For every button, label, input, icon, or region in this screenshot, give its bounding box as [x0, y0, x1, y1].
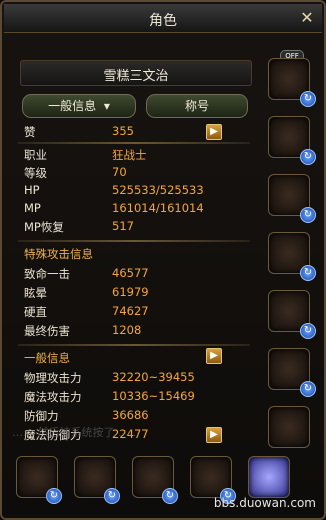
stat-key: 物理攻击力 — [24, 371, 82, 385]
special-row: 硬直 74627 — [24, 304, 244, 320]
title-button[interactable]: 称号 — [146, 94, 248, 118]
title-bar: 角色 ✕ — [4, 4, 322, 33]
stat-key: MP恢复 — [24, 220, 64, 234]
special-row: 眩晕 61979 — [24, 285, 244, 301]
stat-key: 最终伤害 — [24, 324, 70, 338]
equip-slot-right-7[interactable] — [268, 406, 310, 448]
divider — [18, 240, 250, 242]
window-title: 角色 — [149, 13, 177, 29]
character-name: 雪糕三文治 — [103, 69, 169, 84]
stat-key: HP — [24, 183, 40, 197]
stat-key: 等级 — [24, 166, 47, 180]
refresh-icon[interactable]: ↻ — [300, 323, 316, 339]
stat-value: 70 — [112, 165, 127, 179]
expand-arrow-icon[interactable]: ▶ — [206, 124, 222, 140]
stat-value: 32220~39455 — [112, 370, 195, 384]
stat-key: 防御力 — [24, 409, 59, 423]
general-row: 物理攻击力 32220~39455 — [24, 370, 244, 386]
refresh-icon[interactable]: ↻ — [300, 207, 316, 223]
refresh-icon[interactable]: ↻ — [46, 488, 62, 504]
refresh-icon[interactable]: ↻ — [300, 381, 316, 397]
chevron-down-icon: ▾ — [100, 99, 110, 113]
refresh-icon[interactable]: ↻ — [104, 488, 120, 504]
refresh-icon[interactable]: ↻ — [300, 91, 316, 107]
general-info-dropdown[interactable]: 一般信息 ▾ — [22, 94, 136, 118]
character-window: 角色 ✕ 雪糕三文治 一般信息 ▾ 称号 赞 355 ▶ 职业 狂战士 等级 7… — [0, 0, 326, 520]
stat-value: 355 — [112, 124, 134, 138]
expand-arrow-icon[interactable]: ▶ — [206, 348, 222, 364]
stat-row-mp: MP 161014/161014 — [24, 201, 244, 217]
stat-key: 职业 — [24, 148, 47, 162]
stat-value: 525533/525533 — [112, 183, 204, 197]
divider — [18, 142, 250, 144]
stat-value: 517 — [112, 219, 134, 233]
stat-key: 赞 — [24, 125, 36, 139]
stat-key: MP — [24, 201, 41, 215]
refresh-icon[interactable]: ↻ — [300, 265, 316, 281]
stat-row-hp: HP 525533/525533 — [24, 183, 244, 199]
stat-row-level: 等级 70 — [24, 165, 244, 181]
special-row: 最终伤害 1208 — [24, 323, 244, 339]
stat-value: 61979 — [112, 285, 149, 299]
equip-slot-bottom-special[interactable] — [248, 456, 290, 498]
stat-value: 161014/161014 — [112, 201, 204, 215]
title-button-label: 称号 — [184, 99, 209, 113]
refresh-icon[interactable]: ↻ — [162, 488, 178, 504]
watermark: bbs.duowan.com — [213, 496, 316, 510]
stat-key: 魔法攻击力 — [24, 390, 82, 404]
stat-value: 36686 — [112, 408, 149, 422]
general-row: 防御力 36686 — [24, 408, 244, 424]
stat-row-class: 职业 狂战士 — [24, 147, 244, 163]
stat-key: 眩晕 — [24, 286, 47, 300]
general-info-label: 一般信息 — [48, 99, 97, 113]
close-icon[interactable]: ✕ — [298, 9, 316, 27]
stat-key: 硬直 — [24, 305, 47, 319]
special-row: 致命一击 46577 — [24, 266, 244, 282]
stat-value: 10336~15469 — [112, 389, 195, 403]
divider — [18, 344, 250, 346]
stat-value: 狂战士 — [112, 148, 147, 162]
character-name-bar: 雪糕三文治 — [20, 60, 252, 86]
general-row: 魔法攻击力 10336~15469 — [24, 389, 244, 405]
stat-value: 74627 — [112, 304, 149, 318]
stat-key: 致命一击 — [24, 267, 70, 281]
stat-row-mp-regen: MP恢复 517 — [24, 219, 244, 235]
refresh-icon[interactable]: ↻ — [300, 149, 316, 165]
special-attack-title: 特殊攻击信息 — [24, 247, 93, 261]
stat-value: 1208 — [112, 323, 142, 337]
general-info-title: 一般信息 — [24, 351, 70, 365]
stat-value: 46577 — [112, 266, 149, 280]
